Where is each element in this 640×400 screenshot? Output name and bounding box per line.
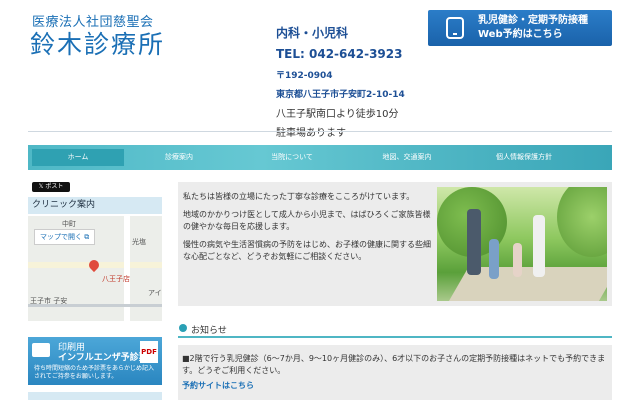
family-walking-photo	[437, 187, 607, 301]
pdf-banner-title: インフルエンザ予診票	[58, 353, 148, 363]
open-in-maps-label: マップで開く	[40, 233, 82, 241]
smartphone-icon	[446, 17, 464, 39]
clinic-info-title: クリニック案内	[28, 197, 162, 214]
nav-item-privacy[interactable]: 個人情報保護方針	[464, 149, 584, 166]
photo-person	[467, 209, 481, 275]
intro-paragraph: 慢性の病気や生活習慣病の予防をはじめ、お子様の健康に関する些細な心配ごとなど、ど…	[183, 240, 431, 261]
map-label: 八王子店	[102, 275, 130, 283]
sidebar-next-block	[28, 392, 162, 400]
intro-section: 私たちは皆様の立場にたった丁寧な診療をこころがけています。 地域のかかりつけ医と…	[178, 182, 612, 306]
reservation-site-link[interactable]: 予約サイトはこちら	[182, 380, 254, 391]
map-label: 王子市 子安	[30, 297, 68, 305]
pdf-icon: PDF	[140, 341, 158, 363]
banner-line-2: Web予約はこちら	[478, 29, 563, 40]
x-post-button[interactable]: 𝕏 ポスト	[32, 182, 70, 192]
banner-line-1: 乳児健診・定期予防接種	[478, 15, 588, 26]
news-title: お知らせ	[191, 326, 227, 336]
embedded-map[interactable]: マップで開く ⧉ 中町 光塩 八王子店 王子市 子安 アイ	[28, 216, 162, 321]
nav-item-services[interactable]: 診療案内	[124, 149, 234, 166]
banner-text: 乳児健診・定期予防接種 Web予約はこちら	[478, 14, 588, 42]
x-post-label: ポスト	[45, 183, 64, 190]
photo-person	[513, 243, 522, 277]
departments: 内科・小児科	[276, 26, 349, 40]
header-divider	[28, 131, 612, 132]
clinic-logo-name[interactable]: 鈴木診療所	[30, 25, 165, 61]
nav-item-about[interactable]: 当院について	[234, 149, 350, 166]
news-body: ■2階で行う乳児健診（6～7か月、9～10ヶ月健診のみ）、6才以下のお子さんの定…	[182, 354, 606, 375]
nav-item-access[interactable]: 地図、交通案内	[350, 149, 464, 166]
intro-paragraph: 私たちは皆様の立場にたった丁寧な診療をこころがけています。	[183, 192, 415, 201]
map-label: 光塩	[132, 238, 146, 246]
open-in-maps-button[interactable]: マップで開く ⧉	[34, 229, 96, 245]
influenza-form-pdf-banner[interactable]: 印刷用 インフルエンザ予診票 PDF 待ち時間短縮のため予診票をあらかじめ記入さ…	[28, 337, 162, 385]
header-contact-info: 内科・小児科 TEL: 042-642-3923 〒192-0904 東京都八王…	[276, 24, 405, 139]
location-pin-icon[interactable]	[86, 257, 102, 273]
news-header: お知らせ	[178, 320, 612, 338]
photo-person	[489, 239, 499, 279]
postal-code: 〒192-0904	[276, 71, 333, 81]
external-link-icon: ⧉	[84, 233, 90, 241]
main-navigation: ホーム 診療案内 当院について 地図、交通案内 個人情報保護方針	[28, 145, 612, 170]
telephone: TEL: 042-642-3923	[276, 47, 403, 61]
news-box: ■2階で行う乳児健診（6～7か月、9～10ヶ月健診のみ）、6才以下のお子さんの定…	[178, 345, 612, 400]
photo-person	[533, 215, 545, 277]
pdf-banner-note: 待ち時間短縮のため予診票をあらかじめ記入されてご持参をお願いします。	[34, 365, 155, 380]
printer-icon	[32, 343, 50, 357]
map-label: 中町	[62, 220, 76, 228]
photo-tree	[557, 187, 607, 257]
bullet-circle-icon	[179, 324, 187, 332]
web-reservation-banner[interactable]: 乳児健診・定期予防接種 Web予約はこちら	[428, 10, 612, 46]
intro-paragraph: 地域のかかりつけ医として成人から小児まで、はばひろくご家族皆様の健やかな毎日を応…	[183, 210, 431, 231]
intro-text: 私たちは皆様の立場にたった丁寧な診療をこころがけています。 地域のかかりつけ医と…	[183, 191, 433, 269]
map-label: アイ	[148, 289, 162, 297]
address: 東京都八王子市子安町2-10-14	[276, 90, 405, 100]
nav-item-home[interactable]: ホーム	[32, 149, 124, 166]
access-info: 八王子駅南口より徒歩10分	[276, 109, 399, 120]
